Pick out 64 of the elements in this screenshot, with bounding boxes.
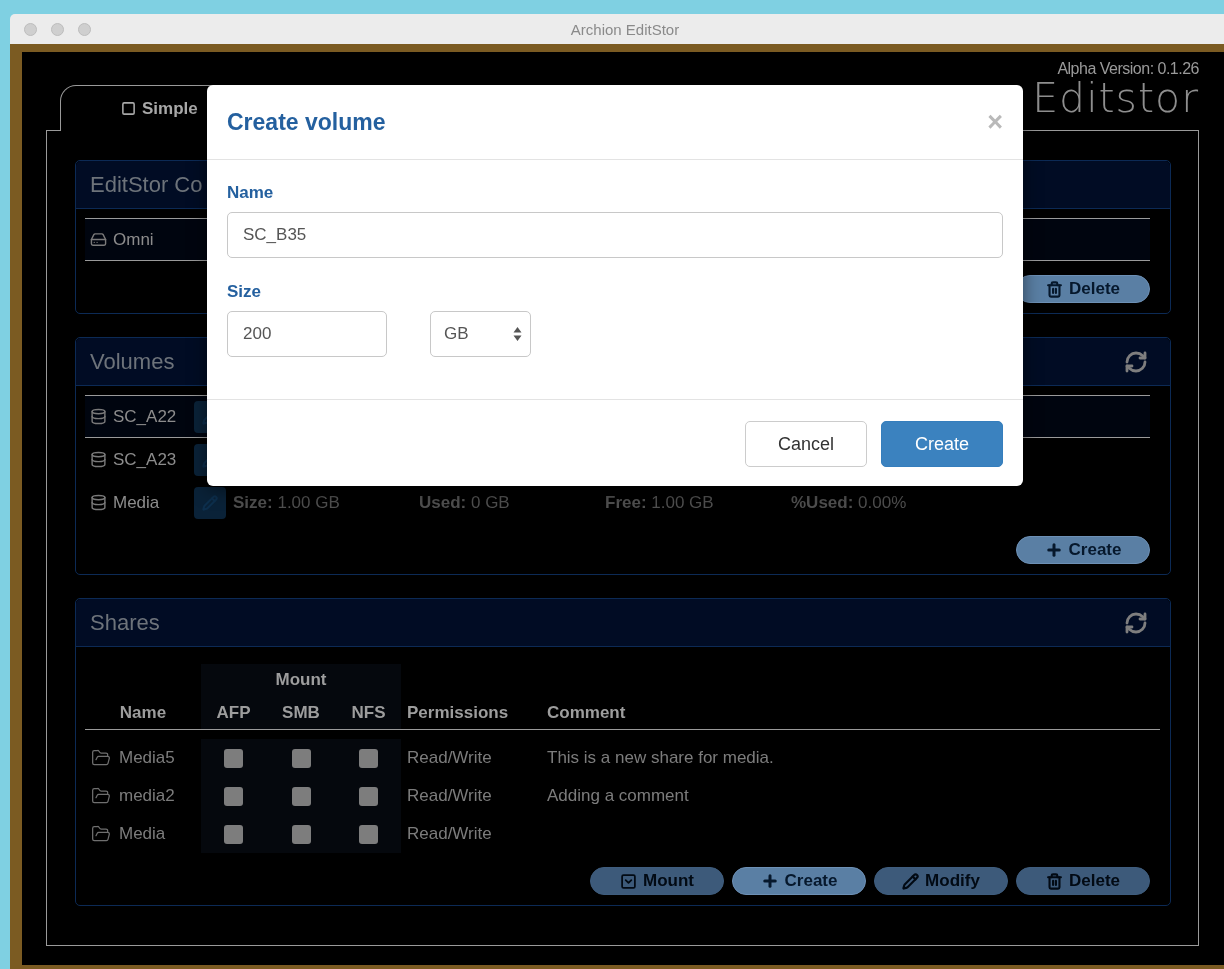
dialog-title: Create volume — [227, 108, 386, 136]
share-name: Media — [85, 815, 201, 853]
checkbox[interactable] — [291, 786, 311, 806]
refresh-icon[interactable] — [1124, 610, 1148, 635]
column-group-header: Mount — [201, 664, 401, 696]
card-title: EditStor Co — [90, 171, 203, 198]
share-name: media2 — [85, 777, 201, 815]
checkbox[interactable] — [359, 748, 378, 768]
field-label: Size — [227, 282, 263, 302]
action-button[interactable]: Create — [1016, 536, 1150, 564]
action-button[interactable]: Create — [732, 867, 866, 895]
volume-name: SC_A23 — [85, 449, 194, 470]
controller-name: Omni — [85, 229, 194, 250]
column-header: Comment — [541, 696, 1160, 730]
checkbox[interactable] — [224, 748, 243, 768]
create-button[interactable]: Create — [881, 421, 1003, 467]
name-input[interactable]: SC_B35 — [227, 212, 1003, 258]
field-label: Name — [227, 183, 275, 203]
checkbox[interactable] — [224, 824, 243, 844]
unit-select[interactable]: GB — [430, 311, 531, 357]
checkbox[interactable] — [359, 786, 378, 806]
volume-stat: %Used: 0.00% — [791, 492, 908, 513]
checkbox[interactable] — [224, 786, 243, 806]
volume-name: Media — [85, 492, 194, 513]
database-icon — [90, 451, 107, 468]
share-name: Media5 — [85, 739, 201, 777]
volume-row[interactable]: Media Size: 1.00 GB Used: 0 GB Free: 1.00 GB %Used: 0.00% — [85, 481, 1150, 524]
volume-name: SC_A22 — [85, 406, 194, 427]
card-title: Shares — [90, 609, 160, 636]
checkbox[interactable] — [291, 748, 311, 768]
folder-icon — [91, 786, 111, 806]
permissions-cell-text: Read/Write — [406, 747, 493, 769]
square-caret-icon — [620, 872, 637, 890]
plus-icon — [1044, 541, 1063, 559]
comment-cell-text: Adding a comment — [546, 785, 690, 807]
cancel-button[interactable]: Cancel — [745, 421, 867, 467]
column-header: Permissions — [401, 696, 541, 730]
trash-icon — [1046, 872, 1063, 890]
volume-stat: Used: 0 GB — [419, 492, 511, 513]
updown-arrows-icon — [513, 326, 522, 342]
logo-text: Editstor — [1032, 78, 1199, 119]
volume-stat: Free: 1.00 GB — [605, 492, 715, 513]
permissions-cell-text: Read/Write — [406, 785, 493, 807]
plus-icon — [760, 872, 779, 890]
refresh-icon[interactable] — [1124, 349, 1148, 374]
card-title: Volumes — [90, 348, 175, 375]
column-header: NFS — [336, 696, 401, 730]
folder-icon — [91, 824, 111, 844]
hard-drive-icon — [90, 231, 107, 248]
column-header: AFP — [201, 696, 266, 730]
permissions-cell-text: Read/Write — [406, 823, 493, 845]
database-icon — [90, 408, 107, 425]
checkbox[interactable] — [291, 824, 311, 844]
column-header: SMB — [266, 696, 336, 730]
folder-icon — [91, 748, 111, 768]
database-icon — [90, 494, 107, 511]
trash-icon — [1046, 280, 1063, 298]
window-title: Archion EditStor — [569, 20, 681, 38]
comment-cell-text: This is a new share for media. — [546, 747, 775, 769]
volume-stat: Size: 1.00 GB — [233, 492, 341, 513]
size-input[interactable]: 200 — [227, 311, 387, 357]
square-icon — [121, 101, 136, 116]
checkbox[interactable] — [359, 824, 378, 844]
version-text: Alpha Version: 0.1.26 — [1057, 60, 1199, 78]
